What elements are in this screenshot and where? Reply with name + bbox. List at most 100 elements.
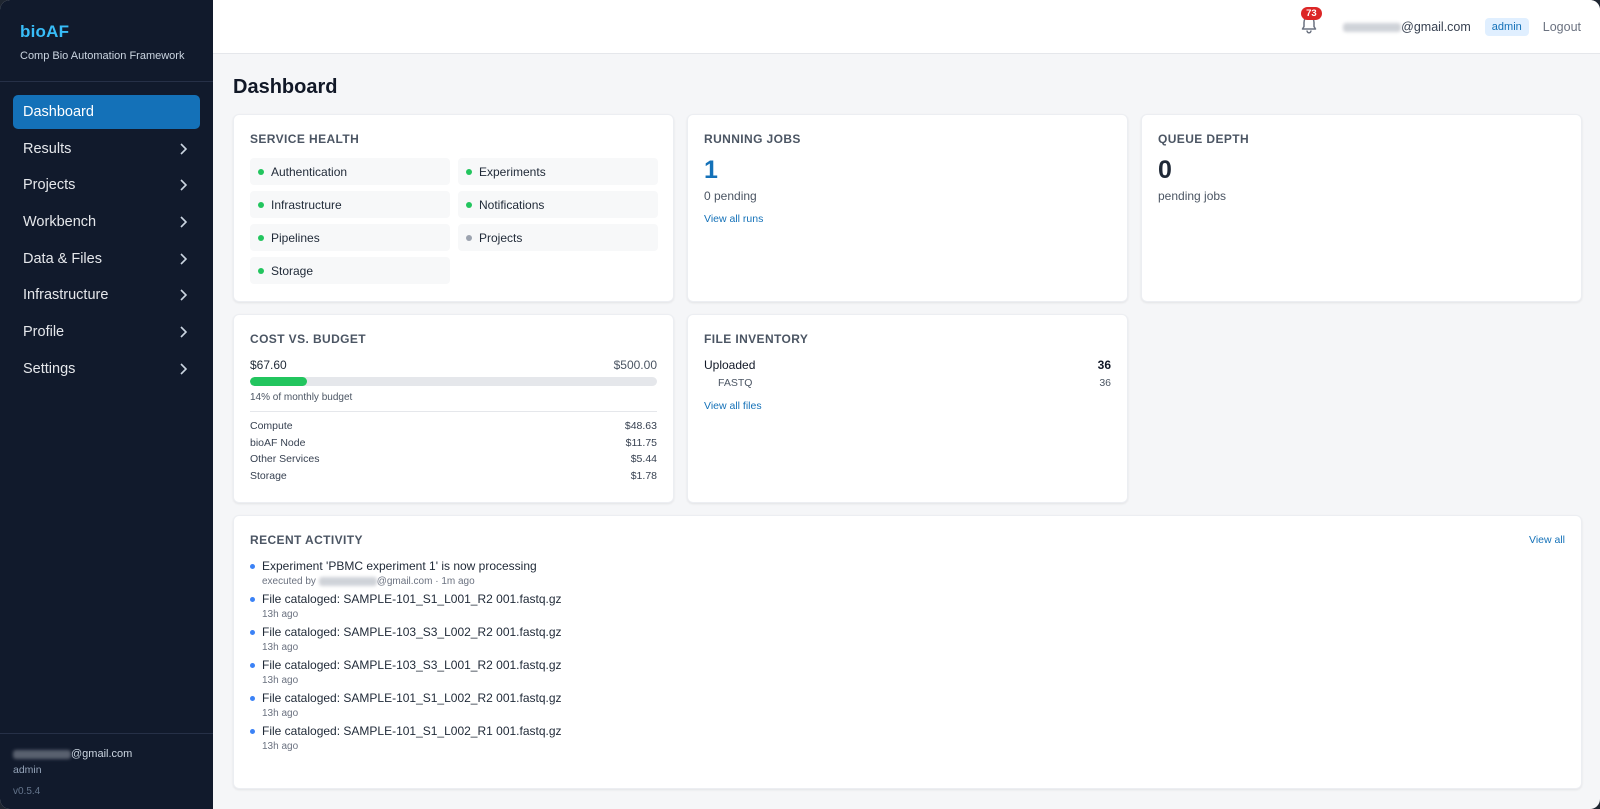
chevron-right-icon [176, 215, 190, 229]
activity-meta: 13h ago [262, 741, 299, 752]
activity-meta-prefix: executed by [262, 576, 319, 587]
cost-breakdown-row: Compute $48.63 [250, 418, 657, 435]
pending-count: 0 pending [704, 189, 757, 203]
view-all-runs-link[interactable]: View all runs [704, 213, 1111, 225]
running-jobs-count: 1 [704, 156, 718, 184]
sidebar-item-label: Results [23, 140, 72, 157]
sidebar-item-workbench[interactable]: Workbench [13, 205, 200, 239]
activity-text: File cataloged: SAMPLE-101_S1_L002_R1 00… [262, 724, 562, 738]
cost-value: $48.63 [624, 420, 657, 433]
service-name: Storage [271, 263, 314, 278]
user-role: admin [13, 764, 42, 776]
status-dot-icon [466, 234, 472, 241]
logout-button[interactable]: Logout [1543, 20, 1581, 34]
cost-budget: $500.00 [613, 358, 657, 372]
activity-bullet-icon [250, 564, 255, 569]
sidebar-item-data-files[interactable]: Data & Files [13, 242, 200, 276]
activity-item[interactable]: File cataloged: SAMPLE-101_S1_L001_R2 00… [250, 592, 1565, 620]
sidebar-item-results[interactable]: Results [13, 132, 200, 166]
sidebar-item-profile[interactable]: Profile [13, 315, 200, 349]
cost-category: Other Services [250, 453, 320, 466]
queue-depth-count: 0 [1158, 156, 1172, 184]
budget-progress-bar [250, 377, 657, 386]
activity-item[interactable]: File cataloged: SAMPLE-103_S3_L002_R2 00… [250, 625, 1565, 653]
view-all-activity-link[interactable]: View all [1529, 534, 1565, 546]
queue-depth-card: QUEUE DEPTH 0 pending jobs [1141, 114, 1582, 302]
sidebar-item-dashboard[interactable]: Dashboard [13, 95, 200, 129]
cost-breakdown-row: bioAF Node $11.75 [250, 435, 657, 452]
chevron-right-icon [176, 252, 190, 266]
file-type-row: FASTQ 36 [704, 377, 1111, 389]
activity-bullet-icon [250, 696, 255, 701]
service-status-item: Authentication [250, 158, 450, 185]
uploaded-label: Uploaded [704, 358, 756, 372]
service-name: Projects [479, 230, 523, 245]
chevron-right-icon [176, 178, 190, 192]
cost-breakdown-row: Storage $1.78 [250, 468, 657, 485]
role-badge: admin [1484, 17, 1529, 36]
activity-item[interactable]: File cataloged: SAMPLE-103_S3_L001_R2 00… [250, 658, 1565, 686]
sidebar-footer: @gmail.com admin v0.5.4 [0, 733, 213, 809]
sidebar-item-label: Settings [23, 360, 76, 377]
cost-value: $5.44 [630, 453, 657, 466]
chevron-right-icon [176, 142, 190, 156]
card-title: SERVICE HEALTH [250, 132, 360, 146]
sidebar-item-label: Dashboard [23, 104, 94, 120]
divider [250, 411, 657, 412]
notifications-button[interactable]: 73 [1297, 6, 1322, 39]
activity-item[interactable]: File cataloged: SAMPLE-101_S1_L002_R1 00… [250, 724, 1565, 752]
service-health-card: SERVICE HEALTH Authentication Experiments… [233, 114, 674, 302]
status-dot-icon [466, 201, 472, 208]
activity-item[interactable]: File cataloged: SAMPLE-101_S1_L002_R2 00… [250, 691, 1565, 719]
service-status-item: Pipelines [250, 224, 450, 251]
brand-subtitle: Comp Bio Automation Framework [20, 50, 185, 62]
service-status-item: Notifications [458, 191, 658, 218]
app-window: bioAF Comp Bio Automation Framework Dash… [0, 0, 1600, 809]
activity-meta: 13h ago [262, 609, 299, 620]
card-title: FILE INVENTORY [704, 332, 809, 346]
service-status-item: Projects [458, 224, 658, 251]
cost-spent: $67.60 [250, 358, 287, 372]
activity-meta: 13h ago [262, 708, 299, 719]
activity-bullet-icon [250, 729, 255, 734]
sidebar-item-label: Projects [23, 177, 76, 194]
brand-name[interactable]: bioAF [20, 22, 193, 42]
card-title: RECENT ACTIVITY [250, 533, 363, 547]
sidebar-item-projects[interactable]: Projects [13, 168, 200, 202]
activity-item[interactable]: Experiment 'PBMC experiment 1' is now pr… [250, 559, 1565, 587]
recent-activity-card: RECENT ACTIVITY View all Experiment 'PBM… [233, 515, 1582, 789]
service-name: Infrastructure [271, 197, 342, 212]
view-all-files-link[interactable]: View all files [704, 400, 1111, 412]
cost-category: Compute [250, 420, 293, 433]
sidebar-item-settings[interactable]: Settings [13, 352, 200, 386]
brand: bioAF Comp Bio Automation Framework [0, 0, 213, 82]
app-version: v0.5.4 [13, 786, 41, 797]
activity-bullet-icon [250, 663, 255, 668]
activity-user-domain: @gmail.com [376, 576, 433, 587]
activity-time: · 1m ago [432, 576, 475, 587]
sidebar-item-label: Data & Files [23, 250, 102, 267]
file-inventory-card: FILE INVENTORY Uploaded 36 FASTQ 36 View… [687, 314, 1128, 503]
service-name: Authentication [271, 164, 348, 179]
sidebar-nav: Dashboard Results Projects Workbench Dat… [0, 82, 213, 402]
user-email-domain: @gmail.com [1401, 19, 1471, 34]
cost-category: Storage [250, 469, 287, 482]
cost-breakdown-row: Other Services $5.44 [250, 451, 657, 468]
activity-text: File cataloged: SAMPLE-101_S1_L002_R2 00… [262, 691, 562, 705]
cost-budget-card: COST VS. BUDGET $67.60 $500.00 14% of mo… [233, 314, 674, 503]
redacted-username [318, 576, 377, 586]
activity-meta: executed by @gmail.com · 1m ago [262, 576, 1565, 587]
activity-list: Experiment 'PBMC experiment 1' is now pr… [250, 559, 1565, 752]
chevron-right-icon [176, 288, 190, 302]
chevron-right-icon [176, 362, 190, 376]
sidebar-item-infrastructure[interactable]: Infrastructure [13, 278, 200, 312]
main-content: 73 @gmail.com admin Logout Dashboard SER… [213, 0, 1600, 809]
service-name: Pipelines [271, 230, 320, 245]
service-status-item: Experiments [458, 158, 658, 185]
service-list: Authentication Experiments Infrastructure N… [250, 158, 658, 284]
status-dot-icon [258, 234, 264, 241]
card-title: COST VS. BUDGET [250, 332, 367, 346]
activity-text: File cataloged: SAMPLE-101_S1_L001_R2 00… [262, 592, 562, 606]
status-dot-icon [258, 201, 264, 208]
cost-summary: $67.60 $500.00 [250, 358, 657, 372]
